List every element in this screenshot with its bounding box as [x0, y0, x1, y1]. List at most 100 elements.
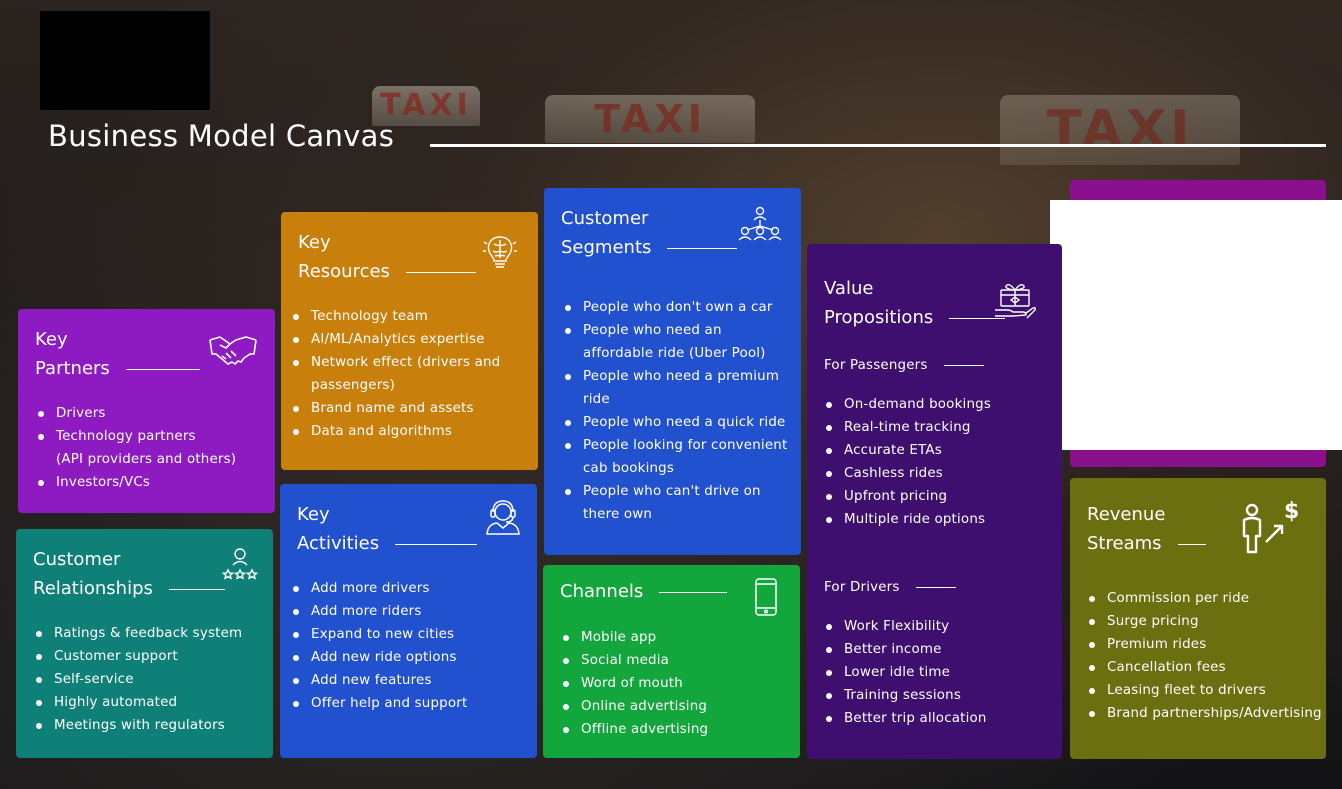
key-activities-card: Key Activities Add more drivers Add more… [280, 484, 537, 758]
list-item: Cancellation fees [1087, 656, 1322, 679]
list-item: Work Flexibility [824, 615, 987, 638]
list-item: Ratings & feedback system [34, 622, 242, 645]
key-partners-card: Key Partners Drivers Technology partners… [18, 309, 275, 513]
list-item: People who need an [563, 319, 787, 342]
list-item: Better trip allocation [824, 707, 987, 730]
customer-segments-card: Customer Segments People who don't own a… [544, 188, 801, 555]
list-item: ride [583, 392, 610, 407]
list-item: Better income [824, 638, 987, 661]
list-item: Customer support [34, 645, 242, 668]
taxi-sign-background: TAXI [1000, 95, 1240, 165]
customer-relationships-list: Ratings & feedback system Customer suppo… [34, 622, 242, 737]
key-resources-card: Key Resources Technology team AI/ML/Anal… [281, 212, 538, 470]
list-item: Brand partnerships/Advertising [1087, 702, 1322, 725]
card-heading: Key Resources [298, 228, 476, 286]
list-item: there own [583, 507, 653, 522]
brain-bulb-icon [483, 236, 517, 268]
svg-text:$: $ [1284, 499, 1299, 524]
list-item: Expand to new cities [291, 623, 467, 646]
list-item: Self-service [34, 668, 242, 691]
list-item: Offer help and support [291, 692, 467, 715]
card-title: Relationships [33, 578, 153, 599]
list-item: (API providers and others) [56, 452, 237, 467]
card-title: Partners [35, 358, 110, 379]
card-title: Segments [561, 237, 652, 258]
list-item: Data and algorithms [291, 420, 500, 443]
subheading-label: For Passengers [824, 358, 928, 373]
rating-person-icon [222, 548, 258, 580]
user-group-icon [738, 206, 782, 241]
passengers-subheading: For Passengers [824, 358, 984, 373]
support-agent-icon [486, 500, 520, 535]
list-item: Real-time tracking [824, 416, 991, 439]
card-heading: Customer Relationships [33, 545, 225, 603]
card-heading: Revenue Streams [1087, 500, 1206, 558]
value-propositions-card: Value Propositions For Passengers On-dem… [807, 244, 1062, 759]
list-item: Technology team [291, 305, 500, 328]
list-item: Online advertising [561, 695, 708, 718]
list-item: Premium rides [1087, 633, 1322, 656]
list-item: Mobile app [561, 626, 708, 649]
drivers-subheading: For Drivers [824, 580, 956, 595]
list-item: People who need a premium [563, 365, 787, 388]
customer-relationships-card: Customer Relationships Ratings & feedbac… [16, 529, 273, 758]
card-title: Activities [297, 533, 380, 554]
handshake-icon [209, 336, 257, 365]
card-title: Key [297, 504, 330, 525]
page-title: Business Model Canvas [48, 119, 395, 153]
mobile-phone-icon [755, 578, 777, 616]
revenue-streams-card: Revenue Streams $ Commission per ride Su… [1070, 478, 1326, 759]
list-item: Multiple ride options [824, 508, 991, 531]
card-heading: Value Propositions [824, 274, 1006, 332]
customer-segments-list: People who don't own a car People who ne… [563, 296, 787, 526]
card-heading: Key Activities [297, 500, 478, 558]
logo-placeholder [40, 11, 210, 110]
list-item: People who don't own a car [563, 296, 787, 319]
list-item: Offline advertising [561, 718, 708, 741]
list-item: People looking for convenient [563, 434, 787, 457]
card-heading: Channels [560, 577, 728, 606]
card-title: Streams [1087, 533, 1162, 554]
card-heading: Key Partners [35, 325, 200, 383]
card-title: Propositions [824, 307, 934, 328]
channels-card: Channels Mobile app Social media Word of… [543, 565, 800, 758]
list-item: cab bookings [583, 461, 675, 476]
list-item: Add more riders [291, 600, 467, 623]
list-item: Add new ride options [291, 646, 467, 669]
card-heading: Customer Segments [561, 204, 738, 262]
list-item: AI/ML/Analytics expertise [291, 328, 500, 351]
list-item: Upfront pricing [824, 485, 991, 508]
list-item: Training sessions [824, 684, 987, 707]
list-item: On-demand bookings [824, 393, 991, 416]
key-activities-list: Add more drivers Add more riders Expand … [291, 577, 467, 715]
list-item: Commission per ride [1087, 587, 1322, 610]
list-item: Accurate ETAs [824, 439, 991, 462]
card-title: Revenue [1087, 504, 1166, 525]
list-item: Word of mouth [561, 672, 708, 695]
list-item: Leasing fleet to drivers [1087, 679, 1322, 702]
list-item: Add more drivers [291, 577, 467, 600]
list-item: Investors/VCs [36, 471, 236, 494]
list-item: Surge pricing [1087, 610, 1322, 633]
channels-list: Mobile app Social media Word of mouth On… [561, 626, 708, 741]
revenue-streams-list: Commission per ride Surge pricing Premiu… [1087, 587, 1322, 725]
list-item: Cashless rides [824, 462, 991, 485]
list-item: affordable ride (Uber Pool) [583, 346, 766, 361]
card-title: Channels [560, 581, 644, 602]
key-partners-list: Drivers Technology partners (API provide… [36, 402, 236, 494]
card-title: Key [35, 329, 68, 350]
list-item: Highly automated [34, 691, 242, 714]
list-item: Social media [561, 649, 708, 672]
passenger-value-list: On-demand bookings Real-time tracking Ac… [824, 393, 991, 531]
list-item: Lower idle time [824, 661, 987, 684]
card-title: Value [824, 278, 874, 299]
list-item: Brand name and assets [291, 397, 500, 420]
key-resources-list: Technology team AI/ML/Analytics expertis… [291, 305, 500, 443]
list-item: Add new features [291, 669, 467, 692]
card-title: Resources [298, 261, 390, 282]
blank-overlay [1050, 200, 1342, 450]
list-item: Network effect (drivers and [291, 351, 500, 374]
driver-value-list: Work Flexibility Better income Lower idl… [824, 615, 987, 730]
card-title: Customer [33, 549, 121, 570]
list-item: Drivers [36, 402, 236, 425]
